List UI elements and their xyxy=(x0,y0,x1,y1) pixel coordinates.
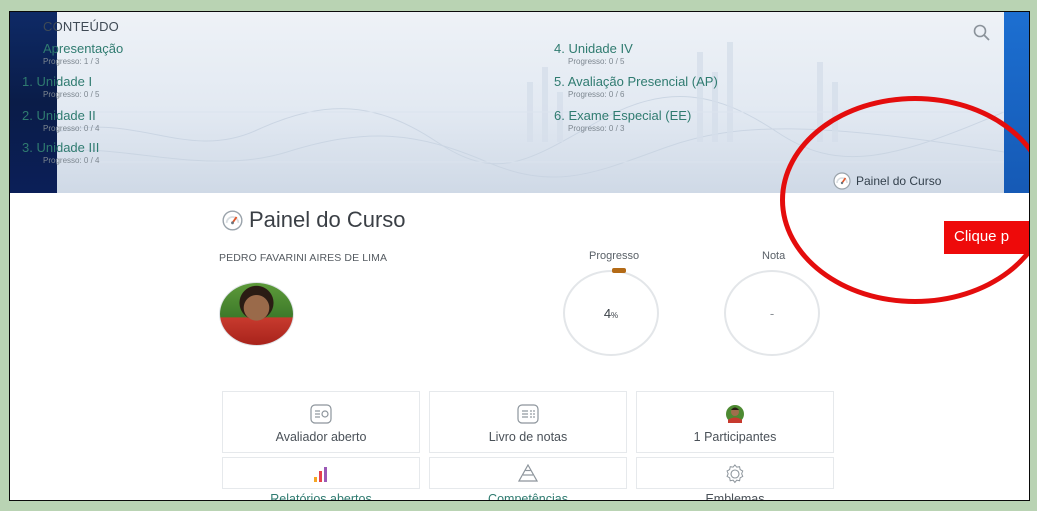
toc-item-label: Unidade I xyxy=(36,74,93,89)
toc-item-exame-especial[interactable]: 6. Exame Especial (EE) Progresso: 0 / 3 xyxy=(554,108,691,133)
toc-item-label: Unidade II xyxy=(36,108,96,123)
list-check-icon xyxy=(310,404,332,424)
toc-item-unidade-iii[interactable]: 3. Unidade III Progresso: 0 / 4 xyxy=(22,140,99,165)
toc-item-progress: Progresso: 0 / 4 xyxy=(43,156,100,165)
callout-tooltip: Clique p xyxy=(944,221,1029,254)
tile-avaliador-aberto[interactable]: Avaliador aberto xyxy=(222,391,420,453)
participant-avatar-icon xyxy=(726,405,744,423)
gauge-icon xyxy=(222,209,243,231)
progress-arc-fill xyxy=(612,268,626,273)
grade-value: - xyxy=(769,305,775,321)
toc-item-unidade-ii[interactable]: 2. Unidade II Progresso: 0 / 4 xyxy=(22,108,99,133)
toc-item-progress: Progresso: 0 / 5 xyxy=(568,57,625,66)
tile-label: Relatórios abertos xyxy=(270,492,372,501)
toc-item-number: 3. xyxy=(22,140,33,155)
toc-item-progress: Progresso: 0 / 5 xyxy=(43,90,100,99)
toc-item-label: Unidade III xyxy=(36,140,100,155)
progress-circle: 4% xyxy=(563,270,659,356)
course-dashboard-panel xyxy=(10,193,1029,500)
left-background-strip xyxy=(10,12,57,193)
content-heading: CONTEÚDO xyxy=(43,19,119,34)
toc-item-progress: Progresso: 0 / 6 xyxy=(568,90,625,99)
toc-item-number: 2. xyxy=(22,108,33,123)
user-name: PEDRO FAVARINI AIRES DE LIMA xyxy=(219,252,388,264)
painel-do-curso-label: Painel do Curso xyxy=(856,174,942,188)
painel-do-curso-link[interactable]: Painel do Curso xyxy=(833,172,941,190)
badge-icon xyxy=(726,464,744,484)
toc-item-unidade-iv[interactable]: 4. Unidade IV Progresso: 0 / 5 xyxy=(554,41,633,66)
pyramid-icon xyxy=(518,464,538,482)
tile-label: Emblemas xyxy=(705,492,765,501)
toc-item-avaliacao-presencial[interactable]: 5. Avaliação Presencial (AP) Progresso: … xyxy=(554,74,718,99)
bar-chart-icon xyxy=(314,467,327,482)
gradebook-icon xyxy=(517,404,539,424)
tile-emblemas[interactable]: Emblemas xyxy=(636,457,834,500)
tile-participantes[interactable]: 1 Participantes xyxy=(636,391,834,453)
toc-item-progress: Progresso: 0 / 4 xyxy=(43,124,100,133)
toc-item-label: Apresentação xyxy=(43,41,124,56)
page-title-text: Painel do Curso xyxy=(249,207,406,232)
progress-unit: % xyxy=(611,310,619,320)
toc-item-label: Exame Especial (EE) xyxy=(568,108,692,123)
toc-item-progress: Progresso: 1 / 3 xyxy=(43,57,100,66)
toc-item-number: 4. xyxy=(554,41,565,56)
toc-item-unidade-i[interactable]: 1. Unidade I Progresso: 0 / 5 xyxy=(22,74,99,99)
toc-item-number: 1. xyxy=(22,74,33,89)
toc-item-progress: Progresso: 0 / 3 xyxy=(568,124,625,133)
tile-livro-de-notas[interactable]: Livro de notas xyxy=(429,391,627,453)
tile-competencias[interactable]: Competências xyxy=(429,457,627,500)
page-title: Painel do Curso xyxy=(222,207,406,233)
tile-label: 1 Participantes xyxy=(693,430,777,444)
progress-value: 4 xyxy=(603,305,612,321)
gauge-icon xyxy=(833,172,851,190)
avatar[interactable] xyxy=(219,282,294,346)
callout-text: Clique p xyxy=(954,228,1010,245)
banner-background-graphic xyxy=(57,42,1004,178)
progress-label: Progresso xyxy=(589,250,640,262)
tile-label: Avaliador aberto xyxy=(275,430,367,444)
course-header-banner xyxy=(57,12,1004,193)
toc-item-number: 6. xyxy=(554,108,565,123)
grade-circle: - xyxy=(724,270,820,356)
tile-label: Competências xyxy=(488,492,568,501)
toc-item-label: Unidade IV xyxy=(568,41,633,56)
tile-relatorios-abertos[interactable]: Relatórios abertos xyxy=(222,457,420,500)
toc-item-apresentacao[interactable]: Apresentação Progresso: 1 / 3 xyxy=(22,41,123,66)
grade-label: Nota xyxy=(762,250,786,262)
progress-value-text: 4% xyxy=(604,306,618,321)
search-icon[interactable] xyxy=(973,24,991,47)
toc-item-label: Avaliação Presencial (AP) xyxy=(567,74,718,89)
tile-label: Livro de notas xyxy=(488,430,568,444)
browser-screen: CONTEÚDO Apresentação Progresso: 1 / 3 1… xyxy=(9,11,1030,501)
toc-item-number: 5. xyxy=(554,74,565,89)
